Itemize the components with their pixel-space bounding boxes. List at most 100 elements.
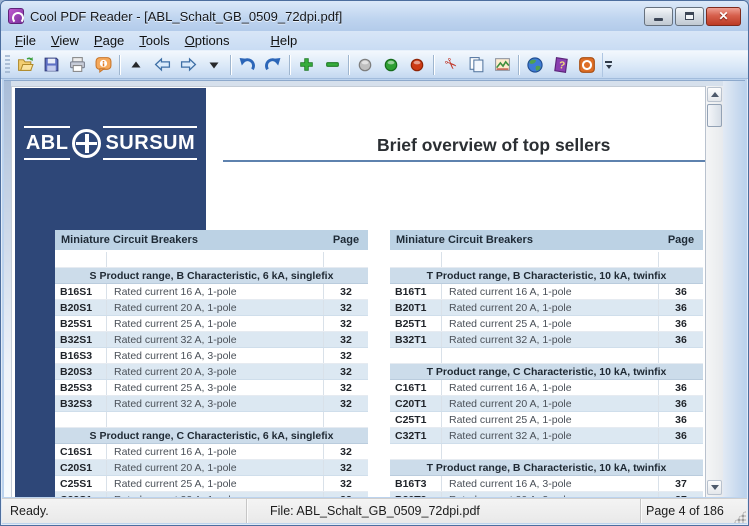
- cell-code: C25T1: [390, 412, 442, 427]
- page-margin-strip: [4, 81, 11, 497]
- cell-description: Rated current 25 A, 1-pole: [107, 476, 324, 491]
- toolbar-separator: [230, 55, 231, 75]
- menu-tools[interactable]: Tools: [133, 32, 175, 49]
- close-button[interactable]: ✕: [706, 7, 741, 26]
- image-chart-icon: [494, 56, 511, 73]
- copy-button[interactable]: [463, 52, 489, 78]
- triangle-up-icon: [128, 57, 144, 73]
- page-title: Brief overview of top sellers: [377, 135, 610, 156]
- help-book-icon: ?: [552, 56, 570, 74]
- cell-page: 32: [324, 444, 368, 459]
- cell-code: [390, 252, 442, 267]
- table-row-blank: [55, 412, 368, 428]
- logo-text-right: SURSUM: [103, 126, 197, 160]
- vertical-scrollbar[interactable]: [705, 86, 723, 497]
- scroll-up-button[interactable]: [707, 87, 722, 102]
- table-row-blank: [390, 252, 703, 268]
- scrollbar-thumb[interactable]: [707, 104, 722, 127]
- zoom-out-button[interactable]: [319, 52, 345, 78]
- cell-code: B16T3: [390, 476, 442, 491]
- menu-view[interactable]: View: [45, 32, 85, 49]
- about-button[interactable]: [90, 52, 116, 78]
- cell-page: [659, 252, 703, 267]
- cell-page: 36: [659, 396, 703, 411]
- cell-code: B16S1: [55, 284, 107, 299]
- cell-code: B16T1: [390, 284, 442, 299]
- table-body: S Product range, B Characteristic, 6 kA,…: [55, 252, 368, 497]
- table-row-section: S Product range, C Characteristic, 6 kA,…: [55, 428, 368, 444]
- website-button[interactable]: [522, 52, 548, 78]
- cell-page: 32: [324, 284, 368, 299]
- table-row: B16T3Rated current 16 A, 3-pole37: [390, 476, 703, 492]
- section-label: S Product range, C Characteristic, 6 kA,…: [55, 428, 368, 443]
- zoom-preset-gray-button[interactable]: [352, 52, 378, 78]
- menu-options[interactable]: Options: [179, 32, 236, 49]
- overflow-bar-icon: [605, 61, 612, 63]
- toolbar-separator: [289, 55, 290, 75]
- rotate-right-button[interactable]: [260, 52, 286, 78]
- cell-page: [324, 252, 368, 267]
- cell-page: [659, 348, 703, 363]
- cell-code: [390, 348, 442, 363]
- print-button[interactable]: [64, 52, 90, 78]
- abl-sursum-logo: ABL SURSUM: [15, 126, 206, 160]
- logo-block: ABL SURSUM: [15, 88, 206, 251]
- zoom-preset-green-button[interactable]: [378, 52, 404, 78]
- previous-page-button[interactable]: [149, 52, 175, 78]
- snapshot-cut-button[interactable]: ✂: [437, 52, 463, 78]
- table-header-page: Page: [324, 234, 368, 246]
- table-row-blank: [55, 252, 368, 268]
- cell-code: [390, 444, 442, 459]
- title-bar: Cool PDF Reader - [ABL_Schalt_GB_0509_72…: [1, 1, 748, 31]
- next-page-button[interactable]: [175, 52, 201, 78]
- status-file: File: ABL_Schalt_GB_0509_72dpi.pdf: [247, 499, 640, 523]
- triangle-down-icon: [711, 485, 719, 490]
- menu-file[interactable]: File: [9, 32, 42, 49]
- table-row: B16S1Rated current 16 A, 1-pole32: [55, 284, 368, 300]
- cell-description: Rated current 20 A, 1-pole: [442, 300, 659, 315]
- export-image-button[interactable]: [489, 52, 515, 78]
- help-button[interactable]: ?: [548, 52, 574, 78]
- cell-description: Rated current 16 A, 1-pole: [107, 284, 324, 299]
- scroll-down-button[interactable]: [707, 480, 722, 495]
- cell-code: C16S1: [55, 444, 107, 459]
- green-circle-icon: [383, 57, 399, 73]
- cell-page: 36: [659, 380, 703, 395]
- exit-button[interactable]: [574, 52, 600, 78]
- exit-power-icon: [578, 56, 596, 74]
- cell-description: Rated current 32 A, 1-pole: [442, 428, 659, 443]
- cell-page: 32: [324, 492, 368, 497]
- minimize-button[interactable]: [644, 7, 673, 26]
- open-button[interactable]: [12, 52, 38, 78]
- cell-page: 32: [324, 396, 368, 411]
- cell-description: [107, 412, 324, 427]
- last-page-button[interactable]: [201, 52, 227, 78]
- zoom-preset-red-button[interactable]: [404, 52, 430, 78]
- cell-description: [442, 444, 659, 459]
- table-row: C16S1Rated current 16 A, 1-pole32: [55, 444, 368, 460]
- plug-ring-icon: [72, 129, 101, 158]
- table-row: C32T1Rated current 32 A, 1-pole36: [390, 428, 703, 444]
- cell-code: B25S1: [55, 316, 107, 331]
- cell-code: C32S1: [55, 492, 107, 497]
- toolbar-overflow-button[interactable]: [602, 53, 614, 77]
- first-page-button[interactable]: [123, 52, 149, 78]
- save-button[interactable]: [38, 52, 64, 78]
- table-row: C20T1Rated current 20 A, 1-pole36: [390, 396, 703, 412]
- rotate-left-button[interactable]: [234, 52, 260, 78]
- menu-page[interactable]: Page: [88, 32, 130, 49]
- red-circle-icon: [409, 57, 425, 73]
- zoom-in-button[interactable]: [293, 52, 319, 78]
- cell-description: Rated current 16 A, 1-pole: [442, 380, 659, 395]
- table-row-section: T Product range, B Characteristic, 10 kA…: [390, 460, 703, 476]
- menu-help[interactable]: Help: [264, 32, 303, 49]
- arrow-left-icon: [154, 56, 171, 73]
- cell-description: Rated current 25 A, 1-pole: [107, 316, 324, 331]
- toc-table-right: Miniature Circuit Breakers Page T Produc…: [390, 230, 703, 497]
- plus-icon: [298, 56, 315, 73]
- toolbar-grip: [5, 55, 10, 75]
- cell-code: C32T1: [390, 428, 442, 443]
- maximize-button[interactable]: [675, 7, 704, 26]
- table-row-section: T Product range, C Characteristic, 10 kA…: [390, 364, 703, 380]
- redo-arrow-icon: [264, 56, 282, 74]
